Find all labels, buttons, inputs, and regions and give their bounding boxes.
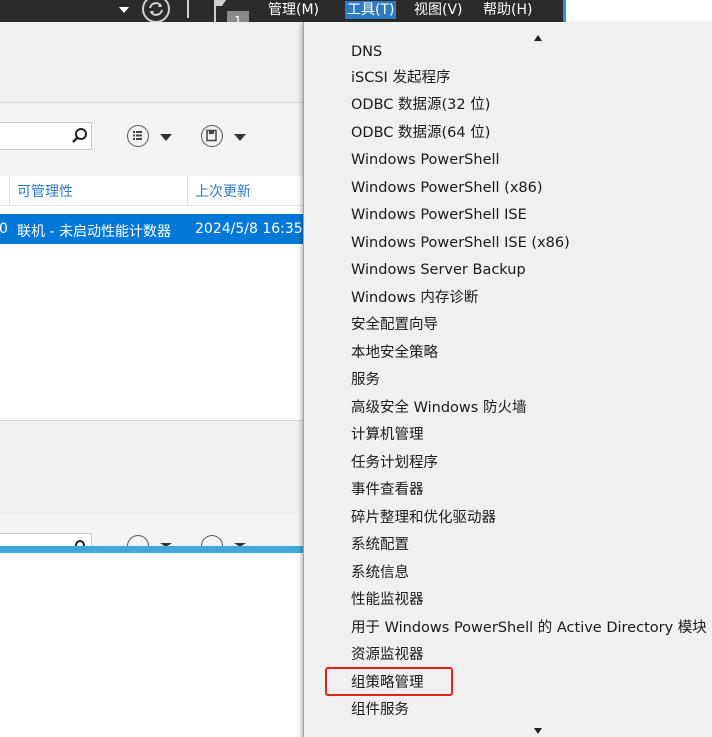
menu-item-defragment[interactable]: 碎片整理和优化驱动器 <box>351 506 496 530</box>
menu-item-server-backup[interactable]: Windows Server Backup <box>351 258 526 282</box>
lower-content-area <box>0 553 303 737</box>
section-divider-band <box>0 420 303 515</box>
menu-item-dns[interactable]: DNS <box>351 40 382 64</box>
menu-item-odbc-32[interactable]: ODBC 数据源(32 位) <box>351 93 490 117</box>
menu-item-powershell-ise[interactable]: Windows PowerShell ISE <box>351 203 527 227</box>
menu-item-security-config-wizard[interactable]: 安全配置向导 <box>351 313 438 337</box>
server-list-toolbar <box>0 102 303 176</box>
menu-item-memory-diagnostic[interactable]: Windows 内存诊断 <box>351 286 478 310</box>
section-accent-rule <box>0 546 303 553</box>
row-cell-last-update: 2024/5/8 16:35 <box>195 221 303 237</box>
menu-item-event-viewer[interactable]: 事件查看器 <box>351 478 424 502</box>
save-query-caret-icon[interactable] <box>234 134 246 141</box>
flag-icon[interactable] <box>212 0 228 22</box>
menu-item-odbc-64[interactable]: ODBC 数据源(64 位) <box>351 121 490 145</box>
page-header-band <box>0 22 303 102</box>
menu-item-services[interactable]: 服务 <box>351 368 380 392</box>
nav-dropdown-caret-icon[interactable] <box>119 7 129 13</box>
scroll-down-arrow-icon[interactable] <box>534 728 542 734</box>
tools-menu: DNS iSCSI 发起程序 ODBC 数据源(32 位) ODBC 数据源(6… <box>303 22 712 737</box>
column-header-manageability[interactable]: 可管理性 <box>17 181 73 201</box>
column-header-last-update[interactable]: 上次更新 <box>195 181 251 201</box>
menu-help[interactable]: 帮助(H) <box>483 1 532 19</box>
toolbar-separator <box>187 0 189 18</box>
menu-item-powershell-x86[interactable]: Windows PowerShell (x86) <box>351 176 543 200</box>
row-cell-prefix: 0 <box>0 221 8 237</box>
menu-item-ad-powershell-module[interactable]: 用于 Windows PowerShell 的 Active Directory… <box>351 616 707 640</box>
menu-item-task-scheduler[interactable]: 任务计划程序 <box>351 451 438 475</box>
list-view-options-icon[interactable] <box>127 125 149 147</box>
menu-view[interactable]: 视图(V) <box>414 1 463 19</box>
scroll-up-arrow-icon[interactable] <box>534 35 542 41</box>
refresh-icon[interactable] <box>141 0 171 24</box>
save-query-icon[interactable] <box>201 125 223 147</box>
secondary-toolbar <box>0 515 303 553</box>
column-separator <box>9 176 10 206</box>
title-bar: 1 管理(M) 工具(T) 视图(V) 帮助(H) <box>0 0 712 32</box>
search-icon[interactable] <box>71 127 89 145</box>
menu-item-computer-management[interactable]: 计算机管理 <box>351 423 424 447</box>
menu-manage[interactable]: 管理(M) <box>268 1 319 19</box>
menu-item-advanced-firewall[interactable]: 高级安全 Windows 防火墙 <box>351 396 526 420</box>
menu-item-powershell-ise-x86[interactable]: Windows PowerShell ISE (x86) <box>351 231 570 255</box>
menu-item-system-information[interactable]: 系统信息 <box>351 561 409 585</box>
menu-item-local-security-policy[interactable]: 本地安全策略 <box>351 341 438 365</box>
menu-item-performance-monitor[interactable]: 性能监视器 <box>351 588 424 612</box>
highlight-annotation-box <box>325 667 453 696</box>
menu-item-resource-monitor[interactable]: 资源监视器 <box>351 643 424 667</box>
list-options-caret-icon[interactable] <box>160 134 172 141</box>
menu-item-system-configuration[interactable]: 系统配置 <box>351 533 409 557</box>
title-bar-right-area <box>566 0 712 22</box>
menu-item-powershell[interactable]: Windows PowerShell <box>351 148 500 172</box>
menu-item-iscsi-initiator[interactable]: iSCSI 发起程序 <box>351 66 450 90</box>
column-separator <box>187 176 188 206</box>
menu-tools[interactable]: 工具(T) <box>345 1 397 19</box>
row-cell-manageability: 联机 - 未启动性能计数器 <box>17 224 171 240</box>
menu-item-component-services[interactable]: 组件服务 <box>351 698 409 722</box>
